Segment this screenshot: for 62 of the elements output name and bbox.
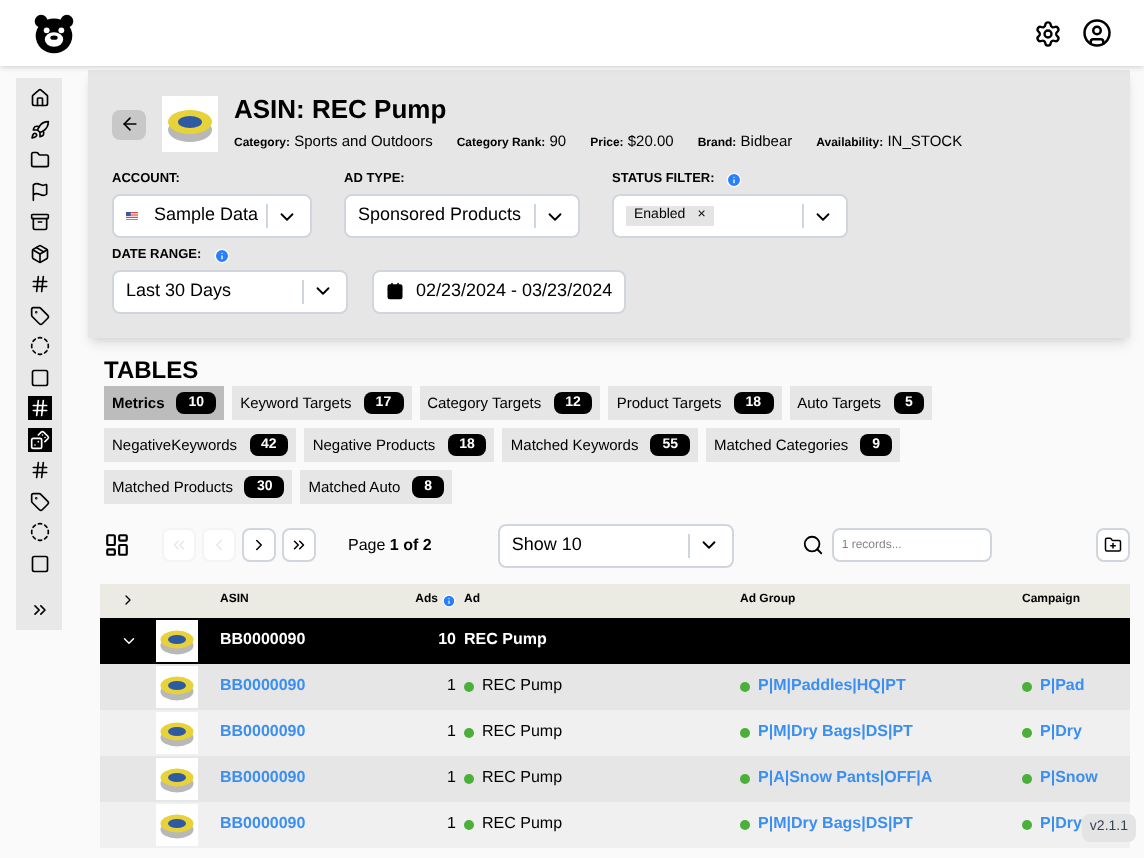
info-icon[interactable] xyxy=(726,172,743,189)
double-chevron-icon xyxy=(170,536,188,555)
home-nav-icon[interactable] xyxy=(27,86,51,110)
date-range-field[interactable]: 02/23/2024 - 03/23/2024 xyxy=(372,269,627,314)
table-cell: 1 xyxy=(447,814,456,833)
table-cell: 1 xyxy=(447,722,456,741)
rocket-nav-icon[interactable] xyxy=(27,117,51,141)
last-page-button[interactable] xyxy=(282,528,316,563)
tag-nav-icon[interactable] xyxy=(27,303,51,327)
double-chevron-icon xyxy=(290,536,308,555)
group-row[interactable]: BB0000090 10 REC Pump xyxy=(100,617,1130,664)
product-title: ASIN: REC Pump xyxy=(234,94,449,127)
settings-icon[interactable] xyxy=(1034,19,1062,47)
hash-nav-icon[interactable] xyxy=(27,458,51,482)
page-size-select[interactable]: Show 10 xyxy=(497,523,734,568)
dashed-nav-icon[interactable] xyxy=(27,334,51,358)
table-cell: REC Pump xyxy=(482,720,563,745)
product-thumbnail xyxy=(156,757,198,800)
table-cell: REC Pump xyxy=(482,674,563,699)
flag-nav-icon[interactable] xyxy=(27,179,51,203)
calendar-icon xyxy=(386,282,404,301)
package-nav-icon[interactable] xyxy=(27,241,51,265)
box-nav-icon[interactable] xyxy=(27,210,51,234)
account-icon[interactable] xyxy=(1082,18,1112,48)
info-icon[interactable] xyxy=(442,593,456,608)
chevron-icon xyxy=(210,536,228,555)
ad-type-select[interactable]: Sponsored Products xyxy=(344,194,580,238)
chevron-right-icon[interactable] xyxy=(120,592,136,609)
page-indicator: Page 1 of 2 xyxy=(348,533,432,558)
folder-nav-icon[interactable] xyxy=(27,148,51,172)
account-select[interactable]: Sample Data xyxy=(112,194,312,238)
search-icon[interactable] xyxy=(801,534,824,557)
bear-logo-icon[interactable] xyxy=(32,11,76,55)
product-thumbnail xyxy=(156,711,198,754)
product-thumbnail xyxy=(162,96,218,153)
tag-nav-icon[interactable] xyxy=(27,489,51,513)
table-cell: REC Pump xyxy=(482,812,563,837)
table-view-icon[interactable] xyxy=(104,532,130,559)
folder-plus-icon xyxy=(1104,536,1122,555)
table-cell: 1 xyxy=(447,768,456,787)
square-nav-icon[interactable] xyxy=(27,551,51,575)
table-cell: REC Pump xyxy=(482,766,563,791)
date-range-select[interactable]: Last 30 Days xyxy=(112,269,348,314)
hash-nav-icon[interactable] xyxy=(27,396,51,420)
arrow-left-icon xyxy=(119,114,139,135)
table-cell: REC Pump xyxy=(464,630,547,649)
info-icon[interactable] xyxy=(213,247,230,264)
dashed-nav-icon[interactable] xyxy=(27,520,51,544)
product-thumbnail xyxy=(156,803,198,846)
chevron-icon xyxy=(250,536,268,555)
export-button[interactable] xyxy=(1096,528,1130,563)
table-cell: BB0000090 xyxy=(220,630,306,649)
table-cell: 10 xyxy=(438,630,456,649)
section-title: TABLES xyxy=(104,357,201,382)
hash-nav-icon[interactable] xyxy=(27,272,51,296)
dice-nav-icon[interactable] xyxy=(27,427,51,451)
square-nav-icon[interactable] xyxy=(27,365,51,389)
table-cell: 1 xyxy=(447,676,456,695)
flag-icon xyxy=(126,206,138,226)
product-thumbnail xyxy=(156,619,198,662)
product-thumbnail xyxy=(156,665,198,708)
back-button[interactable] xyxy=(112,109,146,140)
